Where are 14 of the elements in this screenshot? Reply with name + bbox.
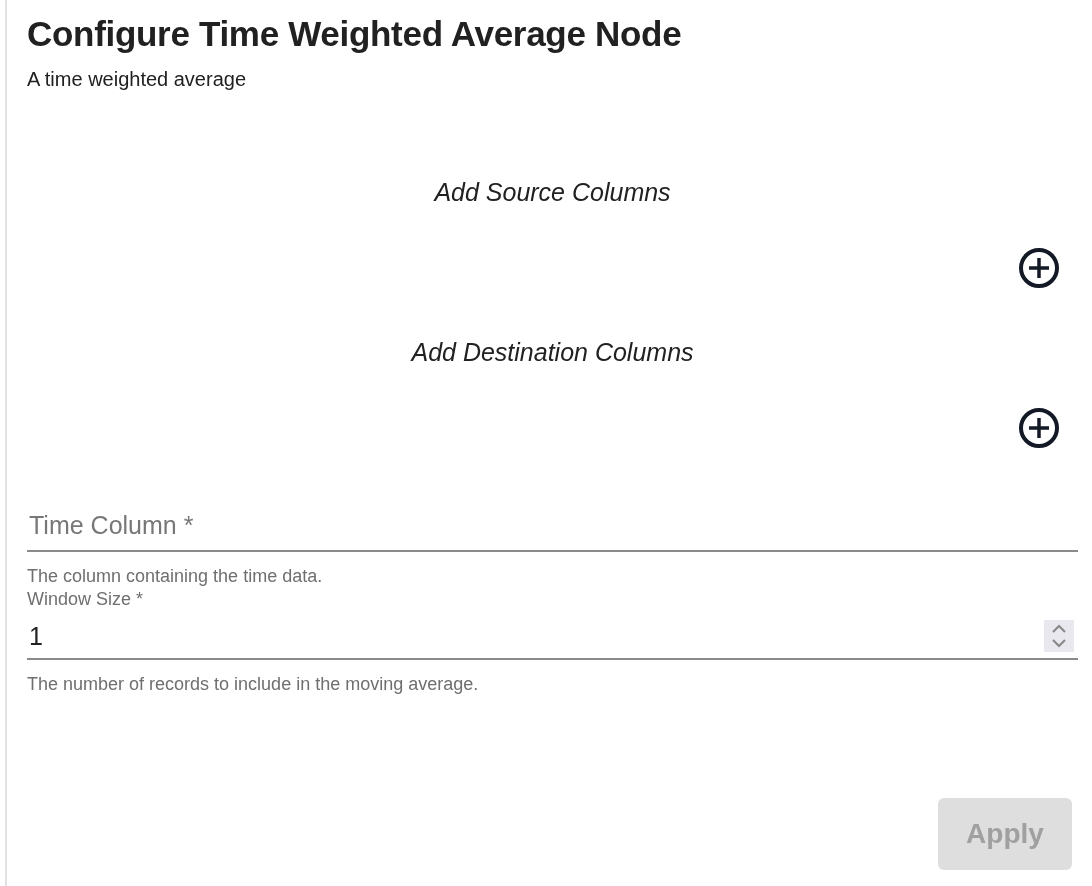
add-button[interactable] — [1018, 407, 1060, 449]
add-icon — [1018, 407, 1060, 449]
field-label: Window Size * — [27, 589, 145, 610]
helper-text: The column containing the time data. — [27, 566, 324, 587]
section-label: Add Destination Columns — [411, 338, 694, 367]
section-label: Add Source Columns — [434, 178, 671, 207]
add-button[interactable] — [1018, 247, 1060, 289]
time-column-field[interactable]: Time Column * — [27, 510, 1078, 540]
dialog-title: Configure Time Weighted Average Node — [27, 14, 683, 54]
spinner-icon[interactable] — [1044, 620, 1074, 652]
helper-text: The number of records to include in the moving average. — [27, 674, 480, 695]
description: A time weighted average — [27, 68, 248, 91]
add-icon — [1018, 247, 1060, 289]
number-field[interactable]: 1 — [27, 621, 1044, 651]
